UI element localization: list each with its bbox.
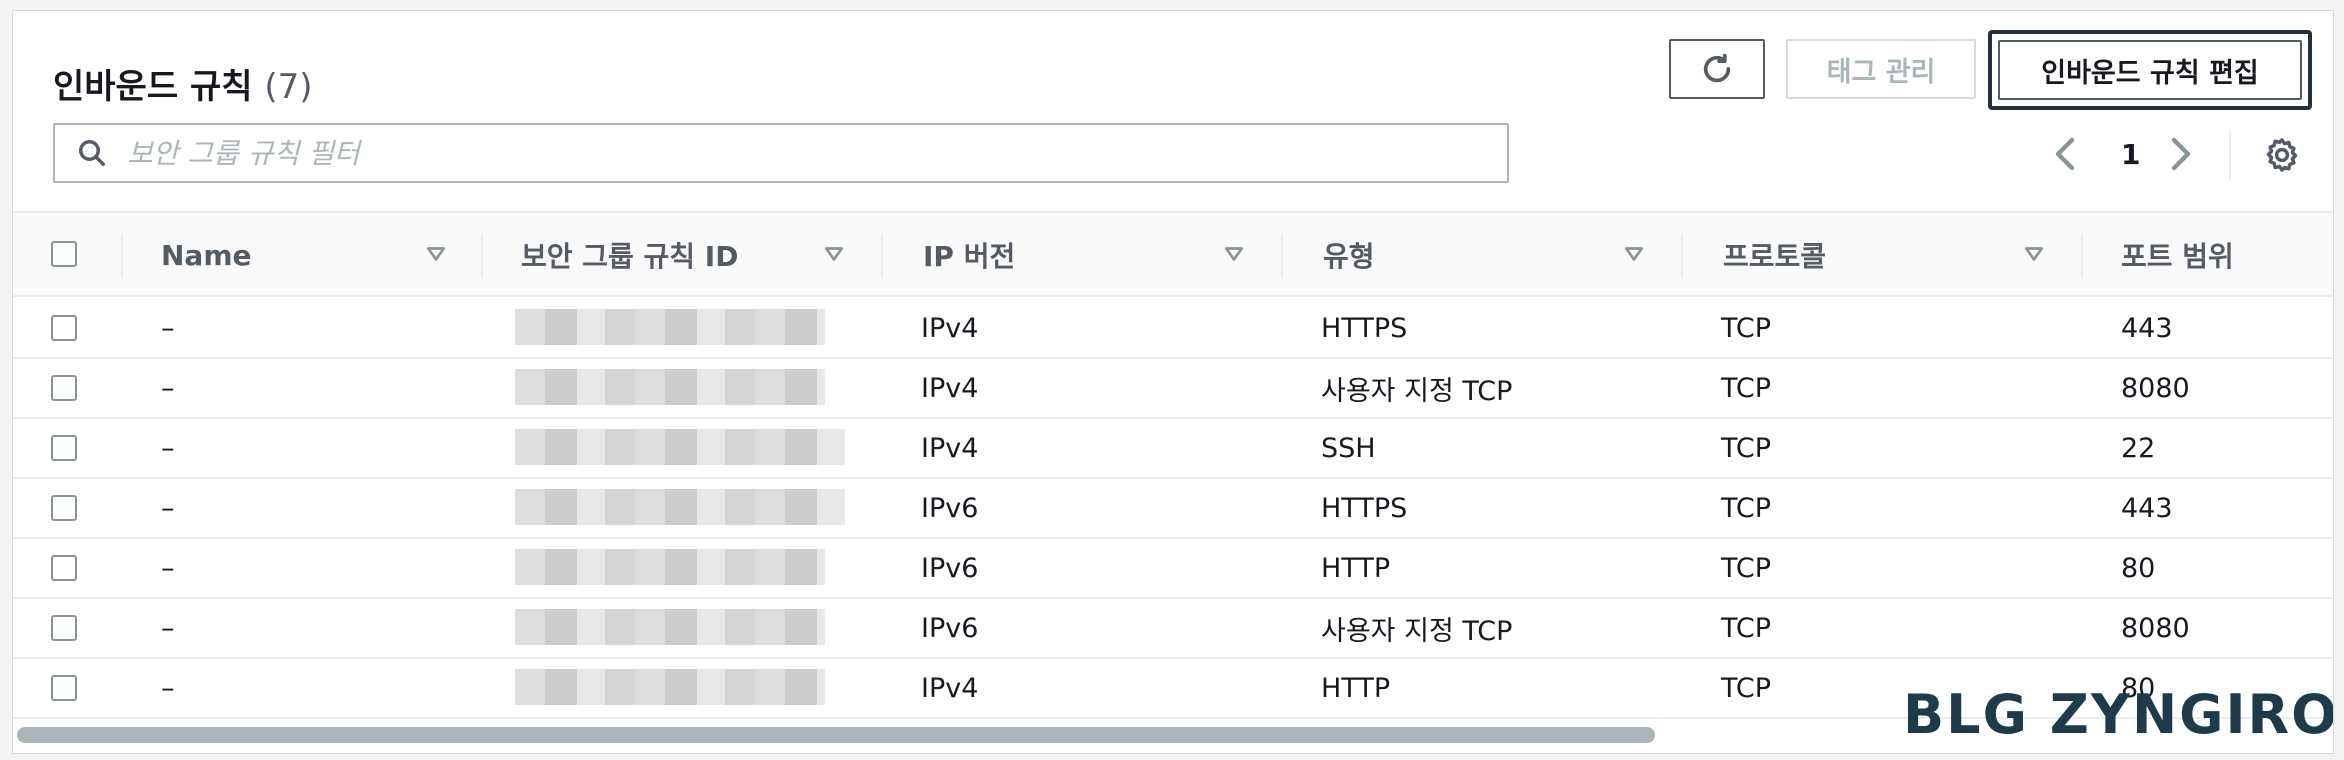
edit-button-focus-ring: 인바운드 규칙 편집 — [1988, 30, 2312, 110]
column-header-protocol[interactable]: 프로토콜 — [1723, 213, 1826, 297]
row-checkbox[interactable] — [51, 315, 77, 341]
cell-protocol: TCP — [1721, 372, 1772, 404]
cell-ip-version: IPv4 — [921, 432, 979, 464]
redacted-rule-id — [515, 669, 825, 705]
select-all-checkbox[interactable] — [51, 241, 77, 267]
watermark-text: BLG ZYNGIROK — [1903, 683, 2333, 746]
cell-type: 사용자 지정 TCP — [1321, 615, 1513, 647]
table-row[interactable]: – IPv4 HTTPS TCP 443 — [13, 299, 2333, 359]
cell-name: – — [161, 372, 175, 404]
redacted-rule-id — [515, 369, 825, 405]
cell-name: – — [161, 612, 175, 644]
sort-caret-icon[interactable] — [823, 243, 845, 265]
row-checkbox[interactable] — [51, 435, 77, 461]
refresh-icon — [1703, 53, 1731, 83]
sort-caret-icon[interactable] — [1623, 243, 1645, 265]
chevron-right-icon — [2171, 137, 2191, 171]
column-separator — [2081, 235, 2083, 277]
redacted-rule-id — [515, 309, 825, 345]
cell-type: SSH — [1321, 432, 1376, 464]
previous-page-button[interactable] — [2051, 129, 2077, 179]
cell-port-range: 443 — [2121, 492, 2173, 524]
row-checkbox[interactable] — [51, 375, 77, 401]
column-header-ip-version[interactable]: IP 버전 — [923, 213, 1015, 297]
column-header-name[interactable]: Name — [161, 213, 252, 297]
cell-protocol: TCP — [1721, 552, 1772, 584]
column-separator — [481, 235, 483, 277]
cell-ip-version: IPv4 — [921, 672, 979, 704]
column-header-port-range[interactable]: 포트 범위 — [2121, 213, 2234, 297]
cell-name: – — [161, 432, 175, 464]
cell-protocol: TCP — [1721, 312, 1772, 344]
cell-type: HTTPS — [1321, 312, 1408, 344]
edit-inbound-rules-button[interactable]: 인바운드 규칙 편집 — [1998, 40, 2302, 100]
search-box — [53, 123, 1509, 183]
chevron-left-icon — [2055, 137, 2075, 171]
redacted-rule-id — [515, 489, 845, 525]
gear-icon[interactable] — [2263, 136, 2301, 174]
cell-protocol: TCP — [1721, 492, 1772, 524]
cell-port-range: 80 — [2121, 552, 2156, 584]
cell-name: – — [161, 672, 175, 704]
refresh-button[interactable] — [1669, 39, 1765, 99]
search-icon — [79, 140, 105, 166]
cell-type: HTTP — [1321, 672, 1391, 704]
current-page-number[interactable]: 1 — [2121, 129, 2140, 179]
column-separator — [1681, 235, 1683, 277]
cell-type: HTTP — [1321, 552, 1391, 584]
cell-protocol: TCP — [1721, 432, 1772, 464]
toolbar-divider — [2229, 129, 2231, 179]
manage-tags-button[interactable]: 태그 관리 — [1786, 39, 1976, 99]
cell-type: HTTPS — [1321, 492, 1408, 524]
next-page-button[interactable] — [2169, 129, 2195, 179]
cell-name: – — [161, 492, 175, 524]
column-separator — [121, 235, 123, 277]
redacted-rule-id — [515, 549, 825, 585]
sort-caret-icon[interactable] — [425, 243, 447, 265]
column-separator — [1281, 235, 1283, 277]
table-row[interactable]: – IPv4 SSH TCP 22 — [13, 419, 2333, 479]
cell-ip-version: IPv6 — [921, 552, 979, 584]
row-checkbox[interactable] — [51, 495, 77, 521]
row-checkbox[interactable] — [51, 615, 77, 641]
table-row[interactable]: – IPv6 HTTP TCP 80 — [13, 539, 2333, 599]
horizontal-scrollbar-thumb[interactable] — [17, 727, 1655, 743]
table-row[interactable]: – IPv4 사용자 지정 TCP TCP 8080 — [13, 359, 2333, 419]
cell-type: 사용자 지정 TCP — [1321, 375, 1513, 407]
sort-caret-icon[interactable] — [2023, 243, 2045, 265]
row-checkbox[interactable] — [51, 555, 77, 581]
cell-protocol: TCP — [1721, 672, 1772, 704]
cell-port-range: 22 — [2121, 432, 2156, 464]
cell-protocol: TCP — [1721, 612, 1772, 644]
cell-port-range: 8080 — [2121, 372, 2190, 404]
panel-title: 인바운드 규칙 (7) — [53, 59, 313, 108]
cell-port-range: 443 — [2121, 312, 2173, 344]
cell-ip-version: IPv6 — [921, 492, 979, 524]
cell-port-range: 8080 — [2121, 612, 2190, 644]
table-header: Name 보안 그룹 규칙 ID IP 버전 유형 프로토콜 포트 범위 — [13, 211, 2333, 297]
rule-count: (7) — [264, 67, 313, 107]
row-checkbox[interactable] — [51, 675, 77, 701]
redacted-rule-id — [515, 429, 845, 465]
column-separator — [881, 235, 883, 277]
cell-name: – — [161, 552, 175, 584]
cell-ip-version: IPv4 — [921, 372, 979, 404]
table-row[interactable]: – IPv6 사용자 지정 TCP TCP 8080 — [13, 599, 2333, 659]
cell-name: – — [161, 312, 175, 344]
panel-title-text: 인바운드 규칙 — [53, 67, 253, 107]
column-header-type[interactable]: 유형 — [1323, 213, 1375, 297]
inbound-rules-panel: 인바운드 규칙 (7) 태그 관리 인바운드 규칙 편집 1 — [12, 10, 2334, 754]
search-input[interactable] — [127, 125, 1507, 181]
table-row[interactable]: – IPv6 HTTPS TCP 443 — [13, 479, 2333, 539]
cell-ip-version: IPv4 — [921, 312, 979, 344]
column-header-rule-id[interactable]: 보안 그룹 규칙 ID — [521, 213, 738, 297]
cell-ip-version: IPv6 — [921, 612, 979, 644]
sort-caret-icon[interactable] — [1223, 243, 1245, 265]
redacted-rule-id — [515, 609, 825, 645]
